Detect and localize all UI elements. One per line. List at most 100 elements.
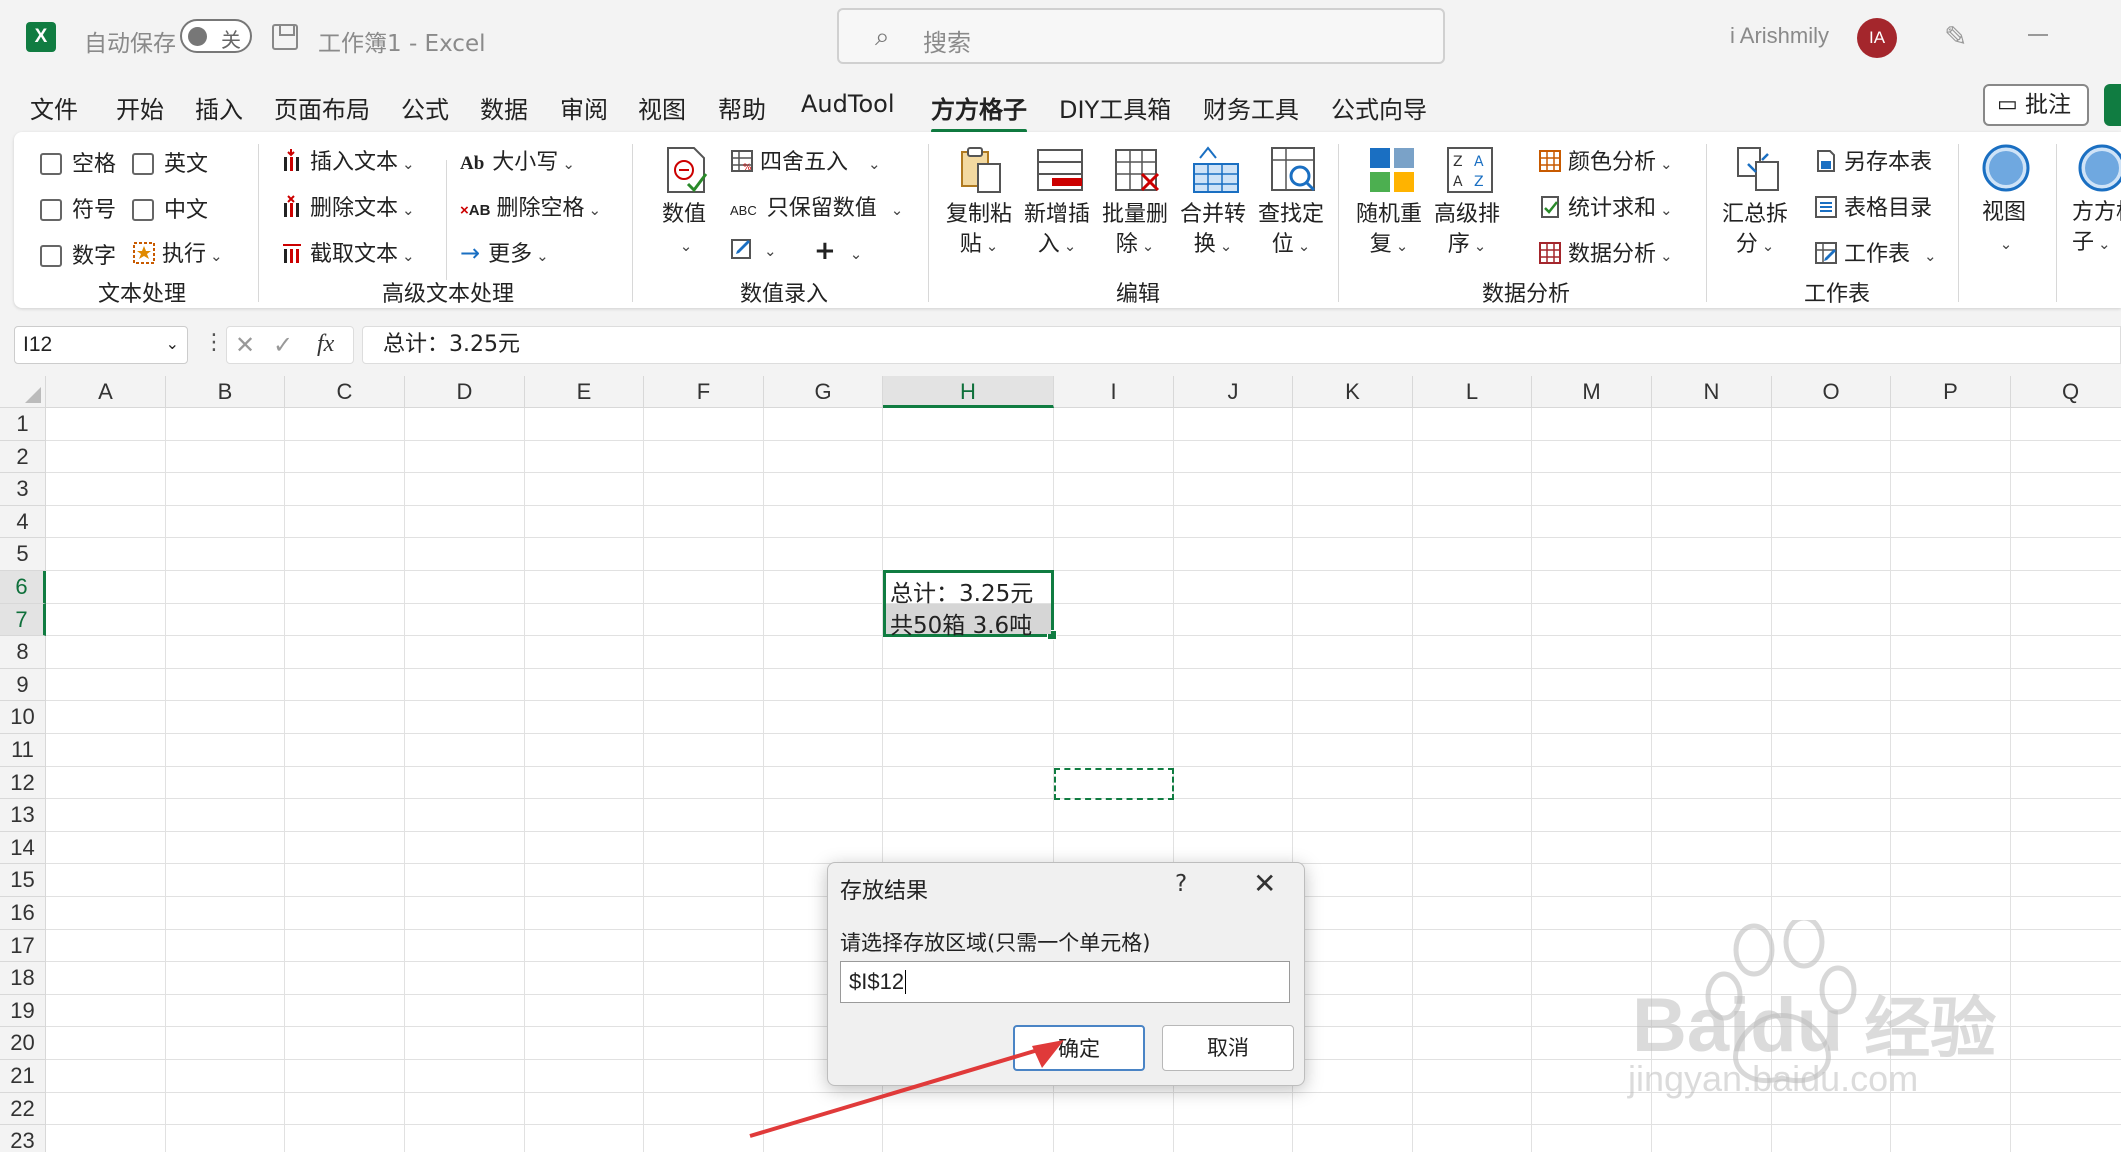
row-header-3[interactable]: 3 xyxy=(0,473,46,506)
insert-text-button[interactable]: 插入文本 ⌄ xyxy=(280,144,415,176)
row-header-2[interactable]: 2 xyxy=(0,440,46,474)
menu-home[interactable]: 开始 xyxy=(116,90,164,125)
range-input[interactable]: $I$12 xyxy=(840,961,1290,1003)
column-header-q[interactable]: Q xyxy=(2011,376,2121,408)
row-header-4[interactable]: 4 xyxy=(0,505,46,539)
row-header-19[interactable]: 19 xyxy=(0,994,46,1028)
cancel-icon[interactable]: ✕ xyxy=(235,331,255,359)
column-header-d[interactable]: D xyxy=(405,376,525,408)
column-header-e[interactable]: E xyxy=(525,376,644,408)
round-button[interactable]: % 四舍五入 ⌄ xyxy=(730,144,881,176)
menu-insert[interactable]: 插入 xyxy=(195,90,243,125)
fangfang-button[interactable]: 方方格子⌄ xyxy=(2072,198,2121,259)
avatar[interactable]: IA xyxy=(1857,18,1897,58)
target-cell-i12[interactable] xyxy=(1054,768,1174,800)
column-header-a[interactable]: A xyxy=(46,376,166,408)
row-header-23[interactable]: 23 xyxy=(0,1125,46,1152)
data-analysis-button[interactable]: 数据分析 ⌄ xyxy=(1538,236,1673,268)
new-insert-button[interactable]: 新增插入 ⌄ xyxy=(1024,200,1090,261)
case-button[interactable]: Ab 大小写 ⌄ xyxy=(460,144,575,176)
row-header-5[interactable]: 5 xyxy=(0,538,46,571)
check-number[interactable]: 数字 xyxy=(40,238,116,270)
column-header-h[interactable]: H xyxy=(883,376,1054,408)
menu-data[interactable]: 数据 xyxy=(480,90,528,125)
row-header-7[interactable]: 7 xyxy=(0,603,46,637)
menu-finance-tools[interactable]: 财务工具 xyxy=(1203,90,1299,125)
color-analysis-button[interactable]: 颜色分析 ⌄ xyxy=(1538,144,1673,176)
execute-button[interactable]: 执行 ⌄ xyxy=(132,236,223,268)
column-header-m[interactable]: M xyxy=(1532,376,1652,408)
delete-text-button[interactable]: 删除文本 ⌄ xyxy=(280,190,415,222)
menu-formulas[interactable]: 公式 xyxy=(401,90,449,125)
menu-formula-wizard[interactable]: 公式向导 xyxy=(1331,90,1427,125)
advanced-sort-button[interactable]: 高级排序 ⌄ xyxy=(1434,200,1500,261)
add-button[interactable]: + ⌄ xyxy=(814,236,862,266)
column-header-f[interactable]: F xyxy=(644,376,764,408)
copy-paste-button[interactable]: 复制粘贴 ⌄ xyxy=(946,200,1012,261)
row-header-21[interactable]: 21 xyxy=(0,1060,46,1093)
menu-help[interactable]: 帮助 xyxy=(718,90,766,125)
row-header-12[interactable]: 12 xyxy=(0,766,46,800)
row-header-17[interactable]: 17 xyxy=(0,929,46,963)
name-box[interactable]: I12 ⌄ xyxy=(14,326,188,364)
view-button[interactable]: 视图 ⌄ xyxy=(1982,198,2026,259)
row-header-11[interactable]: 11 xyxy=(0,734,46,767)
check-space[interactable]: 空格 xyxy=(40,146,116,178)
autosave-toggle[interactable]: 关 xyxy=(180,19,252,53)
more-button[interactable]: → 更多 ⌄ xyxy=(460,236,549,268)
row-header-14[interactable]: 14 xyxy=(0,831,46,865)
cell-h6[interactable]: 总计：3.25元 xyxy=(890,574,1033,608)
function-icon[interactable]: fx xyxy=(317,331,334,358)
column-header-c[interactable]: C xyxy=(285,376,405,408)
column-header-l[interactable]: L xyxy=(1413,376,1532,408)
column-header-i[interactable]: I xyxy=(1054,376,1174,408)
row-header-10[interactable]: 10 xyxy=(0,701,46,734)
delete-space-button[interactable]: ×AB 删除空格 ⌄ xyxy=(460,190,601,222)
row-header-1[interactable]: 1 xyxy=(0,408,46,441)
row-header-16[interactable]: 16 xyxy=(0,897,46,930)
row-header-18[interactable]: 18 xyxy=(0,962,46,995)
merge-convert-button[interactable]: 合并转换 ⌄ xyxy=(1180,200,1246,261)
share-button[interactable] xyxy=(2104,84,2121,126)
extract-text-button[interactable]: 截取文本 ⌄ xyxy=(280,236,415,268)
edit-form-button[interactable]: ⌄ xyxy=(730,236,777,262)
save-sheet-button[interactable]: 另存本表 xyxy=(1814,144,1932,176)
row-header-9[interactable]: 9 xyxy=(0,668,46,702)
sheet-index-button[interactable]: 表格目录 xyxy=(1814,190,1932,222)
save-icon[interactable] xyxy=(272,24,298,50)
column-header-j[interactable]: J xyxy=(1174,376,1293,408)
number-entry-button[interactable]: 数值 ⌄ xyxy=(662,200,706,261)
menu-file[interactable]: 文件 xyxy=(30,90,78,125)
column-header-p[interactable]: P xyxy=(1891,376,2011,408)
row-header-13[interactable]: 13 xyxy=(0,799,46,832)
select-all-corner[interactable] xyxy=(0,376,46,408)
column-header-k[interactable]: K xyxy=(1293,376,1413,408)
row-header-22[interactable]: 22 xyxy=(0,1092,46,1126)
column-header-g[interactable]: G xyxy=(764,376,883,408)
random-repeat-button[interactable]: 随机重复 ⌄ xyxy=(1356,200,1422,261)
formula-input[interactable]: 总计：3.25元 xyxy=(362,326,2121,364)
check-chinese[interactable]: 中文 xyxy=(132,192,208,224)
help-icon[interactable]: ? xyxy=(1175,871,1187,897)
menu-review[interactable]: 审阅 xyxy=(560,90,608,125)
batch-delete-button[interactable]: 批量删除 ⌄ xyxy=(1102,200,1168,261)
column-header-o[interactable]: O xyxy=(1772,376,1891,408)
column-header-b[interactable]: B xyxy=(166,376,285,408)
menu-page-layout[interactable]: 页面布局 xyxy=(274,90,370,125)
menu-audtool[interactable]: AudTool xyxy=(801,90,894,118)
menu-view[interactable]: 视图 xyxy=(638,90,686,125)
keep-number-button[interactable]: ABC 只保留数值 ⌄ xyxy=(730,190,903,222)
confirm-icon[interactable]: ✓ xyxy=(273,331,293,359)
worksheet-button[interactable]: 工作表 ⌄ xyxy=(1814,236,1937,268)
check-english[interactable]: 英文 xyxy=(132,146,208,178)
stat-sum-button[interactable]: 统计求和 ⌄ xyxy=(1538,190,1673,222)
menu-fangfang[interactable]: 方方格子 xyxy=(931,90,1027,133)
row-header-6[interactable]: 6 xyxy=(0,571,46,604)
pen-icon[interactable]: ✎ xyxy=(1944,20,1967,53)
row-header-15[interactable]: 15 xyxy=(0,864,46,897)
cancel-button[interactable]: 取消 xyxy=(1162,1025,1294,1071)
check-symbol[interactable]: 符号 xyxy=(40,192,116,224)
menu-diy-toolbox[interactable]: DIY工具箱 xyxy=(1059,90,1171,125)
minimize-icon[interactable] xyxy=(2028,34,2048,36)
cell-h7[interactable]: 共50箱 3.6吨 xyxy=(890,606,1032,640)
